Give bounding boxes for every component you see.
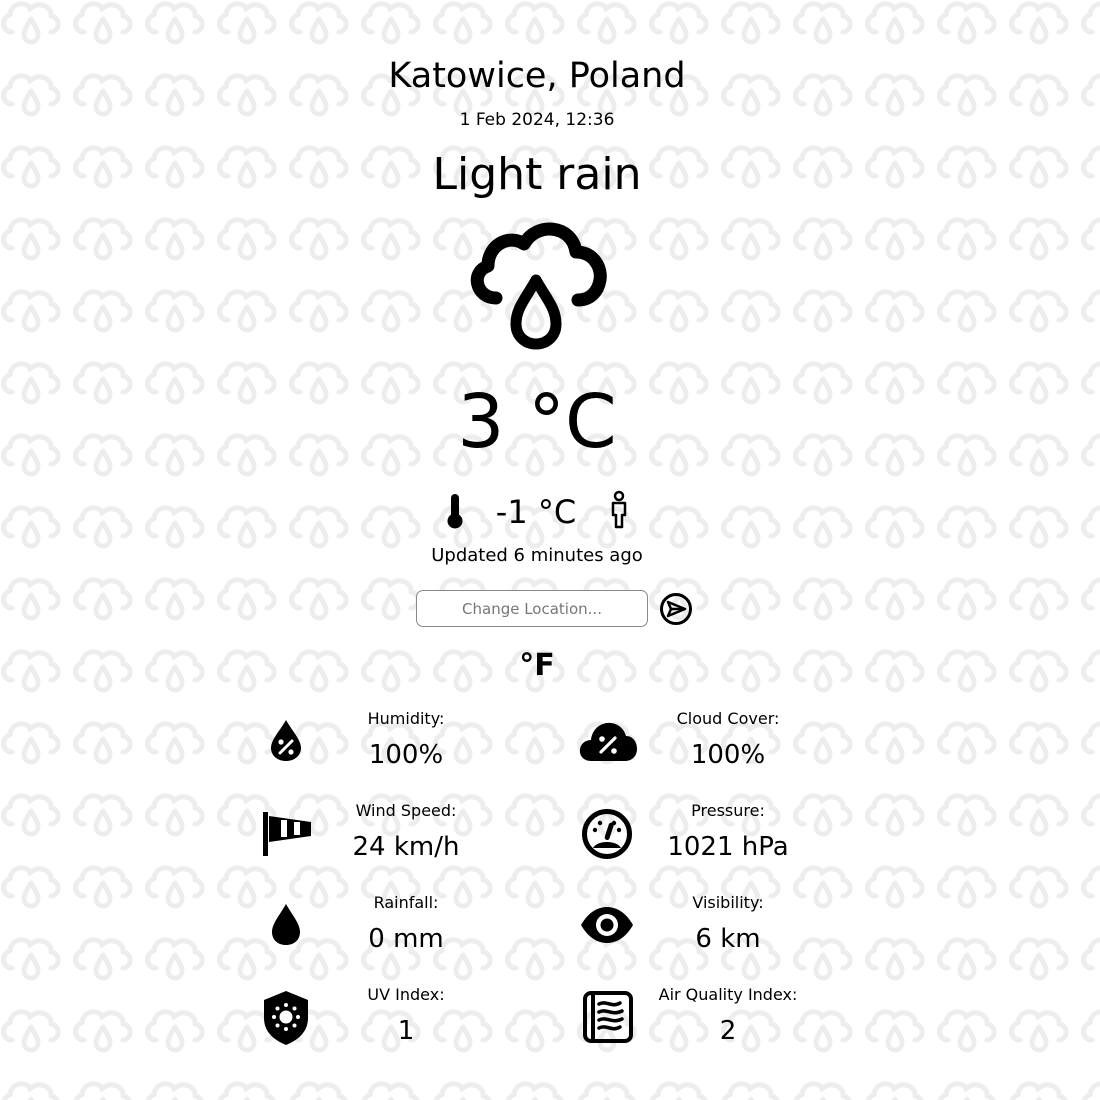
- person-icon: [611, 490, 627, 529]
- cloud-rain-drop-icon: [470, 222, 607, 350]
- send-arrow-icon[interactable]: [659, 592, 693, 626]
- air-quality-label: Air Quality Index:: [658, 985, 798, 1004]
- condition-title: Light rain: [432, 149, 642, 200]
- datetime-text: 1 Feb 2024, 12:36: [459, 110, 615, 130]
- shield-sun-icon: [264, 991, 308, 1045]
- updated-text: Updated 6 minutes ago: [431, 545, 643, 566]
- air-quality-icon: [583, 991, 633, 1043]
- pressure-value: 1021 hPa: [667, 832, 789, 862]
- cloud-cover-value: 100%: [690, 740, 766, 770]
- rainfall-label: Rainfall:: [373, 893, 439, 912]
- cloud-cover-label: Cloud Cover:: [676, 709, 780, 728]
- humidity-label: Humidity:: [367, 709, 445, 728]
- eye-icon: [581, 907, 633, 943]
- feels-like-value: -1 °C: [495, 493, 577, 531]
- wind-speed-label: Wind Speed:: [355, 801, 457, 820]
- thermometer-icon: [447, 494, 463, 529]
- rainfall-value: 0 mm: [368, 924, 444, 954]
- wind-speed-value: 24 km/h: [352, 832, 460, 862]
- visibility-value: 6 km: [695, 924, 761, 954]
- raindrop-icon: [272, 904, 300, 945]
- uv-index-value: 1: [397, 1016, 415, 1046]
- pressure-label: Pressure:: [691, 801, 765, 820]
- weather-panel: Katowice, Poland 1 Feb 2024, 12:36 Light…: [0, 0, 1100, 1100]
- visibility-label: Visibility:: [692, 893, 764, 912]
- humidity-drop-icon: [271, 720, 301, 761]
- gauge-icon: [582, 809, 632, 859]
- humidity-value: 100%: [368, 740, 444, 770]
- feels-like-row: -1 °C: [0, 490, 1074, 534]
- air-quality-value: 2: [719, 1016, 737, 1046]
- location-title: Katowice, Poland: [388, 56, 686, 96]
- uv-index-label: UV Index:: [367, 985, 445, 1004]
- unit-toggle-button[interactable]: °F: [0, 648, 1074, 684]
- change-location-input[interactable]: [416, 590, 648, 627]
- temperature-value: 3 °C: [457, 379, 617, 465]
